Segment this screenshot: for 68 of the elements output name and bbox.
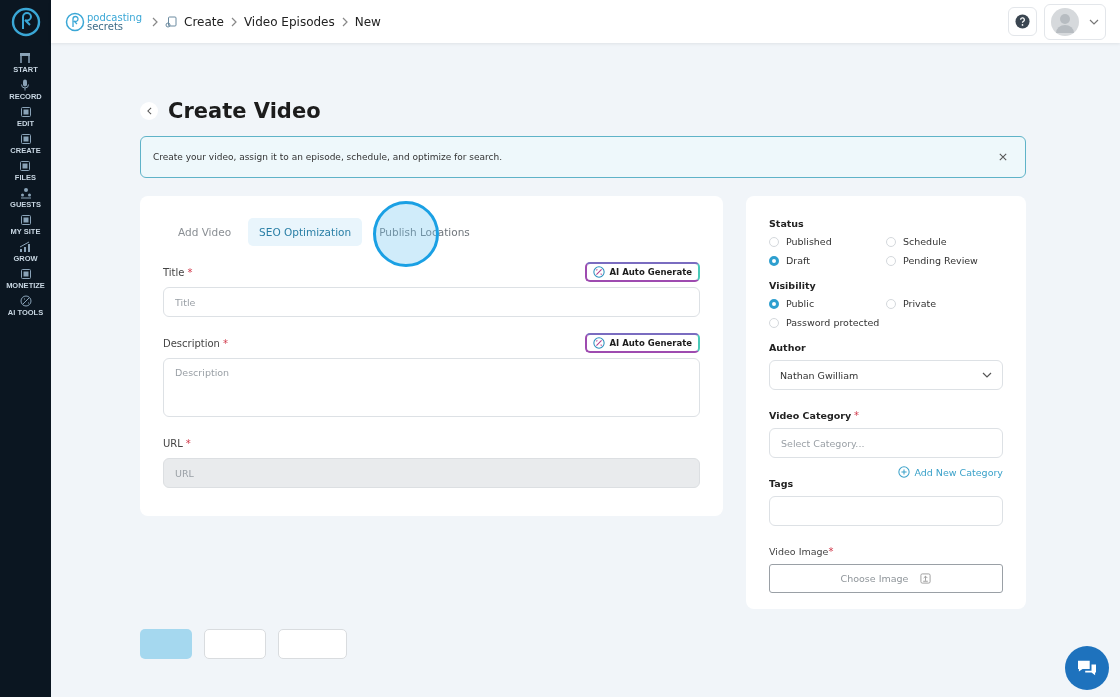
help-icon [1015, 14, 1030, 29]
required-mark: * [854, 410, 860, 421]
field-label: Title [163, 266, 185, 278]
radio-option[interactable]: Private [886, 298, 1003, 309]
radio-option[interactable]: Schedule [886, 236, 1003, 247]
breadcrumb-link[interactable]: Video Episodes [243, 14, 335, 29]
create-icon [165, 15, 178, 28]
required-mark: * [187, 266, 193, 278]
nav-icon [19, 52, 32, 64]
info-text: Create your video, assign it to an episode, schedule, and optimize for search. [153, 152, 503, 162]
description-field[interactable]: Description [163, 358, 700, 417]
chevron-down-icon [982, 372, 992, 378]
back-button[interactable] [140, 102, 158, 120]
radio-option[interactable]: Published [769, 236, 886, 247]
upload-icon [920, 573, 932, 584]
profile-menu[interactable] [1044, 3, 1106, 40]
logo-text: secrets [87, 21, 124, 31]
ai-generate-button[interactable]: AI Auto Generate [585, 262, 700, 282]
chevron-left-icon [146, 107, 152, 115]
breadcrumb-link[interactable]: Create [184, 14, 224, 29]
chat-button[interactable] [1065, 646, 1109, 690]
action-button[interactable] [140, 629, 192, 659]
section-label: Author [769, 342, 807, 353]
nav-icon [19, 214, 32, 226]
chevron-right-icon [230, 16, 237, 27]
radio-option[interactable]: Pending Review [886, 255, 1003, 266]
action-button[interactable] [278, 629, 347, 659]
avatar-icon [1051, 7, 1079, 36]
radio-option[interactable]: Password protected [769, 317, 886, 328]
chart-icon [19, 241, 32, 253]
nav-icon [19, 187, 32, 199]
section-label: Tags [769, 478, 795, 489]
chevron-right-icon [152, 16, 159, 27]
chevron-right-icon [341, 16, 348, 27]
logo-text: podcasting [87, 12, 143, 22]
help-button[interactable] [1008, 7, 1037, 36]
category-field[interactable]: Select Category... [769, 428, 1003, 458]
chat-icon [1076, 659, 1098, 677]
close-icon [999, 153, 1007, 161]
action-button[interactable] [204, 629, 266, 659]
input-field[interactable]: Title [163, 287, 700, 317]
breadcrumb-link[interactable]: New [354, 14, 381, 29]
section-label: Video Category [769, 410, 852, 421]
required-mark: * [185, 437, 191, 449]
nav-icon [19, 133, 32, 145]
plus-circle-icon [898, 466, 911, 478]
microphone-icon [19, 79, 32, 91]
author-dropdown[interactable]: Nathan Gwilliam [769, 360, 1003, 390]
tab[interactable]: SEO Optimization [248, 218, 363, 246]
section-label: Visibility [769, 280, 817, 291]
page-title: Create Video [168, 99, 321, 123]
ai-generate-button[interactable]: AI Auto Generate [585, 333, 700, 353]
nav-icon [19, 268, 32, 280]
field-label: Video Image [769, 546, 829, 557]
required-mark: * [222, 337, 228, 349]
required-mark: * [828, 546, 834, 557]
tags-field[interactable] [769, 496, 1003, 526]
section-label: Status [769, 218, 805, 229]
nav-icon [19, 106, 32, 118]
nav-icon [19, 295, 32, 307]
caret-icon [1089, 18, 1099, 25]
field-label: URL [163, 437, 183, 449]
field-label: Description [163, 337, 220, 349]
radio-option[interactable]: Draft [769, 255, 886, 266]
nav-icon [19, 160, 32, 172]
logo-icon [65, 11, 85, 32]
radio-option[interactable]: Public [769, 298, 886, 309]
logo-icon [10, 7, 41, 37]
